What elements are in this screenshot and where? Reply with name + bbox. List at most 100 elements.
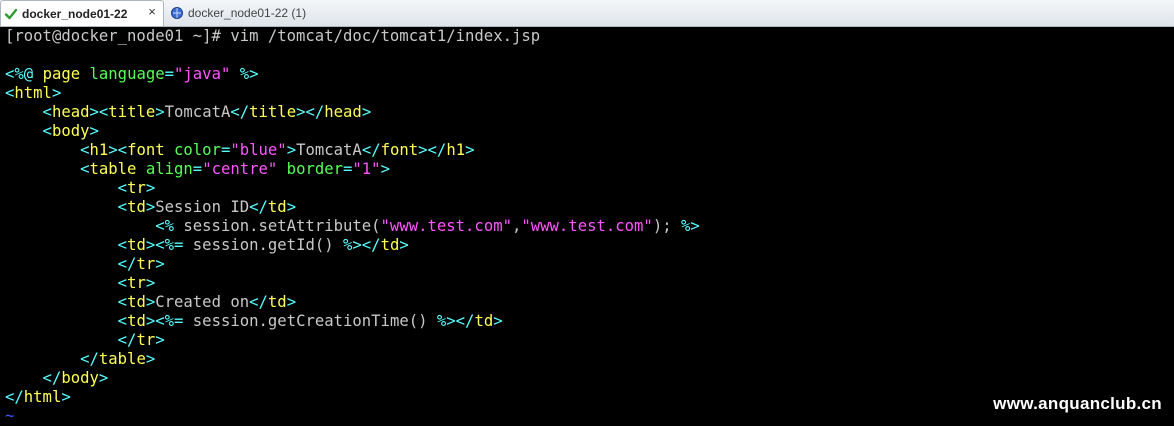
code-token: title <box>108 103 156 121</box>
code-token: < <box>5 236 128 254</box>
code-token: title <box>249 103 297 121</box>
code-token: td <box>127 236 146 254</box>
code-token: ></ <box>418 141 447 159</box>
code-token: font <box>380 141 419 159</box>
code-token: > <box>155 103 165 121</box>
code-token: > <box>399 236 409 254</box>
code-line: <td><%= session.getCreationTime() %></td… <box>5 312 503 331</box>
code-token: </ <box>230 103 250 121</box>
code-token: > <box>51 84 62 102</box>
code-token: > <box>145 198 156 216</box>
code-token: = <box>192 160 203 178</box>
code-token: <% <box>5 217 174 235</box>
code-token: </ <box>5 388 24 406</box>
code-line: <body> <box>5 122 99 141</box>
code-token: html <box>14 84 52 102</box>
code-line: <tr> <box>5 179 156 198</box>
code-token: TomcatA <box>164 103 231 121</box>
tab-docker-node01-22-1[interactable]: docker_node01-22 (1) <box>166 1 326 25</box>
code-token: > <box>493 312 503 330</box>
code-line: <h1><font color="blue">TomcatA</font></h… <box>5 141 475 160</box>
code-token: Session ID <box>155 198 250 216</box>
code-line: <%@ page language="java" %> <box>5 65 259 84</box>
code-token: TomcatA <box>296 141 362 159</box>
code-token: ></ <box>296 103 325 121</box>
code-token: head <box>51 103 90 121</box>
code-token: ><%= <box>145 312 184 330</box>
code-token: , <box>511 217 522 235</box>
code-token: tr <box>136 255 156 273</box>
code-token: h1 <box>446 141 466 159</box>
code-token: td <box>127 293 146 311</box>
code-line: <table align="centre" border="1"> <box>5 160 390 179</box>
code-token: > <box>145 350 156 368</box>
code-token: td <box>380 236 400 254</box>
tab-docker-node01-22[interactable]: docker_node01-22 × <box>0 0 164 26</box>
tab-bar: docker_node01-22 × docker_node01-22 (1) <box>0 0 1174 27</box>
code-token: "www.test.com" <box>380 217 512 235</box>
code-token: > <box>145 293 156 311</box>
code-token: "www.test.com" <box>521 217 653 235</box>
code-token: > <box>89 122 99 140</box>
code-token: > <box>286 293 297 311</box>
code-token: align <box>136 160 193 178</box>
terminal-globe-icon <box>171 7 183 19</box>
code-token: < <box>5 198 128 216</box>
code-token: session.getCreationTime() <box>183 312 437 330</box>
code-token: %> <box>230 65 259 83</box>
check-icon <box>4 8 18 19</box>
code-token: < <box>5 160 90 178</box>
code-line: <td>Created on</td> <box>5 293 296 312</box>
code-token: body <box>51 122 90 140</box>
code-token: </ <box>361 141 381 159</box>
code-token: > <box>61 388 71 406</box>
code-token: > <box>145 179 156 197</box>
code-token: > <box>155 331 165 349</box>
tab-label: docker_node01-22 <box>22 6 128 21</box>
code-token: td <box>127 198 146 216</box>
code-token: = <box>164 65 175 83</box>
code-token: td <box>267 293 287 311</box>
code-token: tr <box>136 331 156 349</box>
code-token: border <box>277 160 344 178</box>
code-token: > <box>465 141 475 159</box>
close-tab-icon[interactable]: × <box>145 5 159 19</box>
code-token: < <box>5 84 15 102</box>
code-token: h1 <box>89 141 109 159</box>
code-token: </ <box>5 331 137 349</box>
code-token: td <box>127 312 146 330</box>
code-token: < <box>5 274 128 292</box>
code-token: font <box>127 141 165 159</box>
code-token: table <box>89 160 137 178</box>
code-token: table <box>98 350 146 368</box>
code-token: td <box>267 198 287 216</box>
code-token: tr <box>127 274 146 292</box>
code-line: </body> <box>5 369 109 388</box>
code-token: </ <box>5 350 99 368</box>
code-token: ><%= <box>145 236 184 254</box>
code-token: > <box>380 160 390 178</box>
code-line: <% session.setAttribute("www.test.com","… <box>5 217 700 236</box>
code-token: "blue" <box>230 141 287 159</box>
code-token: <%@ <box>5 65 43 83</box>
code-token: > <box>361 103 372 121</box>
code-token: > <box>286 141 297 159</box>
empty-line-marker: ~ <box>5 407 15 425</box>
code-token: color <box>164 141 221 159</box>
code-token: < <box>5 179 128 197</box>
code-token: </ <box>249 293 268 311</box>
code-token: language <box>89 65 165 83</box>
code-token: "1" <box>352 160 381 178</box>
code-line: <head><title>TomcatA</title></head> <box>5 103 372 122</box>
terminal-output[interactable]: [root@docker_node01 ~]# vim /tomcat/doc/… <box>0 27 1174 426</box>
code-token: = <box>220 141 231 159</box>
code-token: td <box>474 312 494 330</box>
code-token: session.getId() <box>183 236 344 254</box>
code-token: Created on <box>155 293 250 311</box>
code-token: < <box>5 103 52 121</box>
code-token: </ <box>5 255 137 273</box>
code-token: >< <box>89 103 109 121</box>
code-token: page <box>42 65 90 83</box>
code-line: </html> <box>5 388 71 407</box>
code-token: > <box>145 274 156 292</box>
